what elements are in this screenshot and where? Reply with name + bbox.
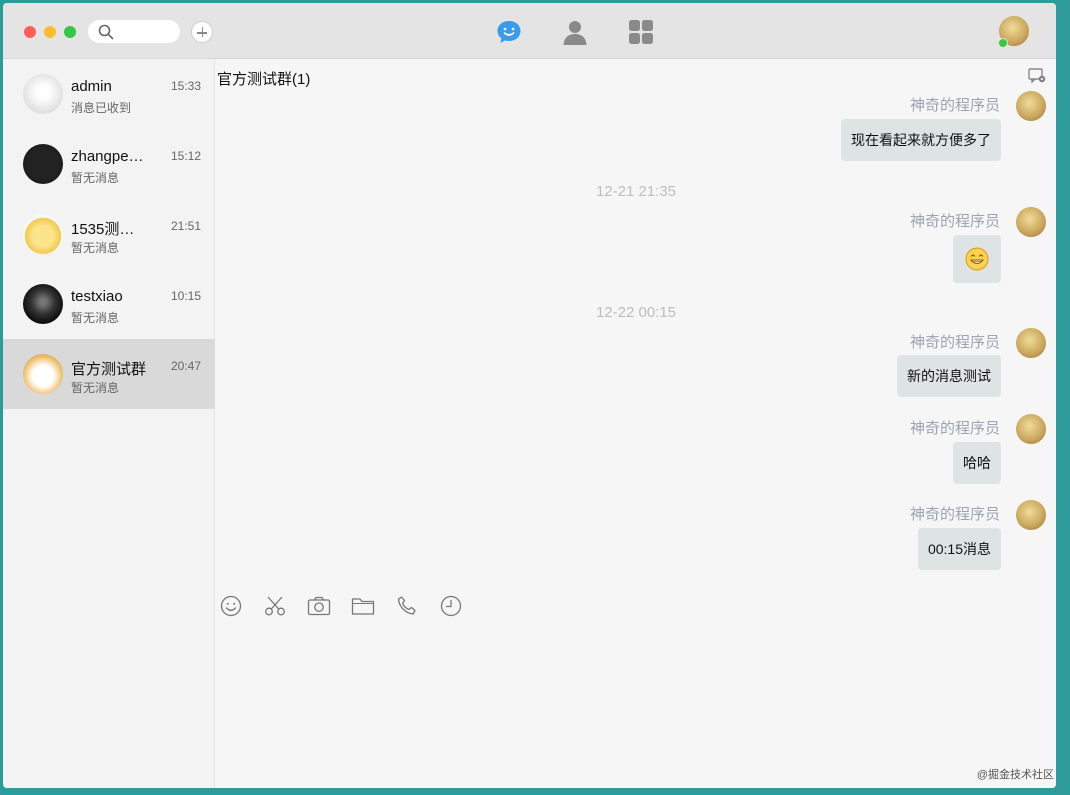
person-icon[interactable] <box>561 18 589 46</box>
avatar <box>23 354 63 394</box>
sender-avatar[interactable] <box>1016 207 1046 237</box>
watermark: @掘金技术社区 <box>976 769 1054 781</box>
avatar <box>23 284 63 324</box>
timestamp-divider: 12-22 00:15 <box>595 304 677 321</box>
chat-title: 官方测试群(1) <box>217 71 311 88</box>
phone-icon[interactable] <box>395 595 419 617</box>
camera-icon[interactable] <box>307 595 331 617</box>
conversation-name: 1535测… <box>71 221 135 238</box>
scissors-icon[interactable] <box>263 595 287 617</box>
avatar <box>23 144 63 184</box>
message-bubble[interactable]: 00:15消息 <box>917 528 1001 570</box>
conversation-time: 15:12 <box>170 149 201 163</box>
message-sender: 神奇的程序员 <box>909 420 1000 437</box>
conversation-item-zhangpe[interactable]: zhangpe… 15:12 暂无消息 <box>3 129 215 199</box>
message-bubble[interactable]: 现在看起来就方便多了 <box>841 119 1001 161</box>
conversation-name: admin <box>71 78 112 95</box>
conversation-time: 15:33 <box>170 79 201 93</box>
message-sender: 神奇的程序员 <box>909 213 1000 230</box>
message-bubble[interactable]: 哈哈 <box>953 442 1001 484</box>
conversation-name: zhangpe… <box>71 148 144 165</box>
zoom-window-button[interactable] <box>64 26 76 38</box>
online-status-dot <box>998 38 1008 48</box>
conversation-preview: 消息已收到 <box>71 101 132 115</box>
conversation-item-admin[interactable]: admin 15:33 消息已收到 <box>3 59 215 129</box>
conversation-preview: 暂无消息 <box>71 171 120 185</box>
conversation-item-1535[interactable]: 1535测… 21:51 暂无消息 <box>3 199 215 269</box>
message-sender: 神奇的程序员 <box>909 334 1000 351</box>
sender-avatar[interactable] <box>1016 414 1046 444</box>
conversation-preview: 暂无消息 <box>71 311 120 325</box>
minimize-window-button[interactable] <box>44 26 56 38</box>
message-sender: 神奇的程序员 <box>909 506 1000 523</box>
chat-bubble-icon[interactable] <box>495 18 523 46</box>
conversation-time: 21:51 <box>170 219 201 233</box>
title-bar <box>3 3 1056 59</box>
folder-icon[interactable] <box>351 595 375 617</box>
add-button[interactable] <box>191 21 213 43</box>
clock-icon[interactable] <box>439 595 463 617</box>
sender-avatar[interactable] <box>1016 500 1046 530</box>
grin-emoji-icon <box>965 247 989 271</box>
grid-icon[interactable] <box>627 18 655 46</box>
sender-avatar[interactable] <box>1016 328 1046 358</box>
smile-icon[interactable] <box>219 595 243 617</box>
conversation-name: testxiao <box>71 288 123 305</box>
conversation-item-testxiao[interactable]: testxiao 10:15 暂无消息 <box>3 269 215 339</box>
group-info-icon[interactable] <box>1028 68 1046 84</box>
chat-panel: 官方测试群(1) 神奇的程序员 现在看起来就方便多了 12-21 21:35 神… <box>216 59 1056 788</box>
conversation-preview: 暂无消息 <box>71 241 120 255</box>
message-bubble[interactable]: 新的消息测试 <box>897 355 1001 397</box>
message-sender: 神奇的程序员 <box>909 97 1000 114</box>
timestamp-divider: 12-21 21:35 <box>595 183 677 200</box>
search-input[interactable] <box>88 20 180 43</box>
close-window-button[interactable] <box>24 26 36 38</box>
app-window: admin 15:33 消息已收到 zhangpe… 15:12 暂无消息 15… <box>3 3 1056 788</box>
sender-avatar[interactable] <box>1016 91 1046 121</box>
conversation-time: 20:47 <box>170 359 201 373</box>
conversation-item-official-group[interactable]: 官方测试群 20:47 暂无消息 <box>3 339 215 409</box>
conversation-time: 10:15 <box>170 289 201 303</box>
avatar <box>23 214 63 254</box>
conversation-name: 官方测试群 <box>71 361 147 378</box>
conversation-list: admin 15:33 消息已收到 zhangpe… 15:12 暂无消息 15… <box>3 59 215 788</box>
avatar <box>23 74 63 114</box>
conversation-preview: 暂无消息 <box>71 381 120 395</box>
message-bubble-emoji[interactable] <box>953 235 1001 283</box>
search-icon <box>98 24 114 40</box>
